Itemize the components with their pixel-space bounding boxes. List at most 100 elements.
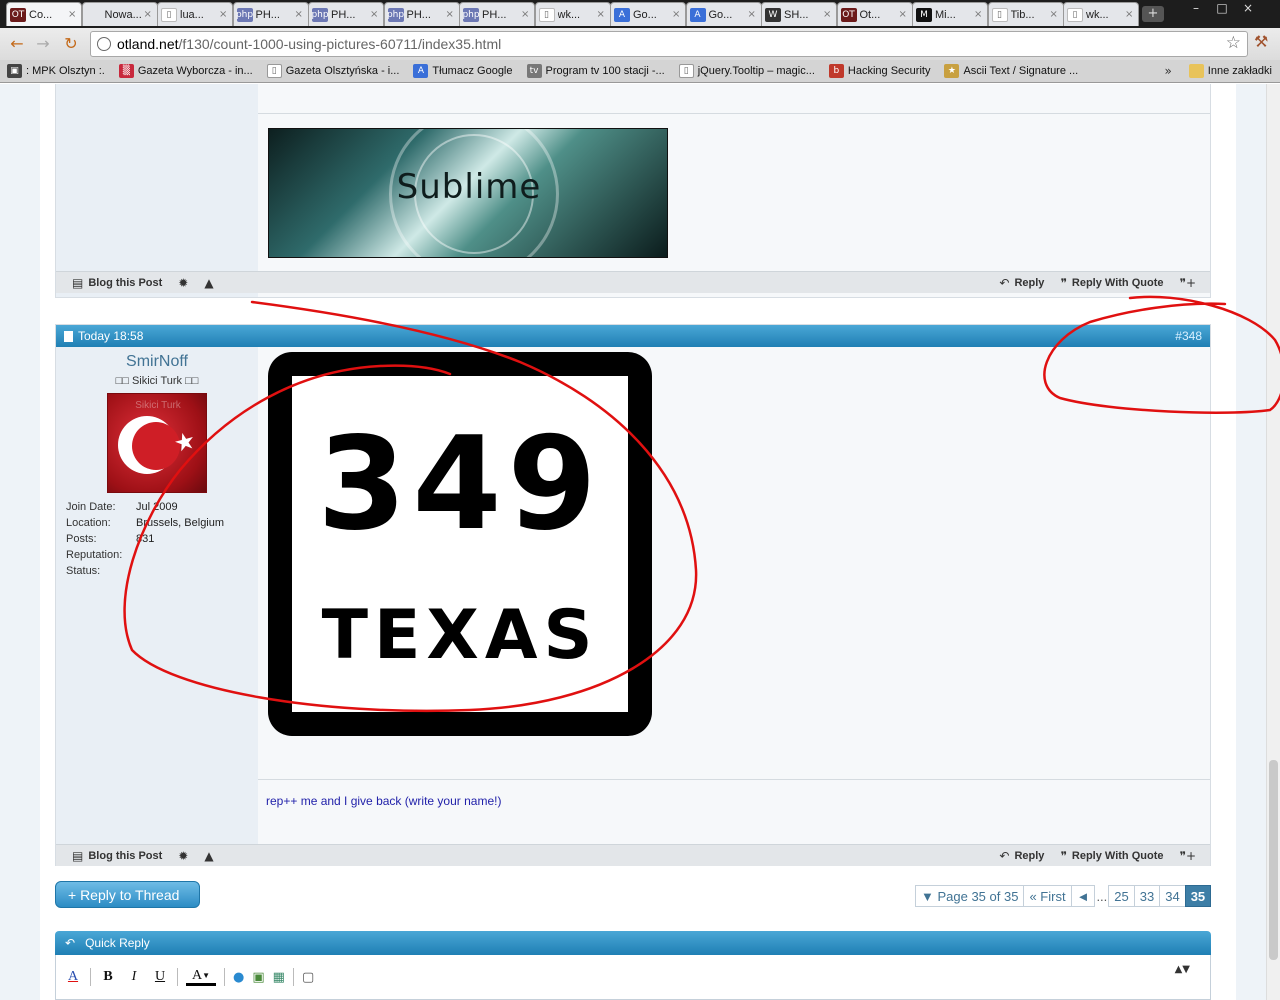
close-window-icon[interactable]: × xyxy=(1236,0,1260,18)
reply-with-quote-button[interactable]: ❞ Reply With Quote xyxy=(1052,849,1171,863)
resize-editor-icon[interactable]: ▲▼ xyxy=(1175,965,1190,975)
close-tab-icon[interactable]: × xyxy=(295,9,305,20)
folder-icon xyxy=(1188,64,1204,78)
font-icon[interactable]: A xyxy=(64,968,82,986)
underline-button[interactable]: U xyxy=(151,968,169,986)
other-bookmarks-folder[interactable]: Inne zakładki xyxy=(1182,64,1280,78)
browser-tab[interactable]: ▯ wk... × xyxy=(534,2,611,26)
close-tab-icon[interactable]: × xyxy=(748,9,758,20)
new-tab-button[interactable]: + xyxy=(1142,6,1164,22)
close-tab-icon[interactable]: × xyxy=(370,9,380,20)
blog-this-post-button[interactable]: ▤ Blog this Post xyxy=(56,849,170,863)
reputation-button[interactable]: ✹ xyxy=(170,276,196,290)
bookmark-favicon-icon: b xyxy=(828,64,844,78)
browser-tab[interactable]: OT Ot... × xyxy=(836,2,913,26)
reply-button[interactable]: ↶ Reply xyxy=(991,849,1052,863)
link-globe-icon[interactable]: ● xyxy=(233,970,244,985)
url-path: /f130/count-1000-using-pictures-60711/in… xyxy=(178,36,502,52)
close-tab-icon[interactable]: × xyxy=(672,9,682,20)
report-button[interactable]: ▲ xyxy=(196,849,221,863)
close-tab-icon[interactable]: × xyxy=(1125,9,1135,20)
vertical-scrollbar[interactable] xyxy=(1266,84,1280,1000)
bold-button[interactable]: B xyxy=(99,968,117,986)
user-stat-value: Brussels, Belgium xyxy=(136,517,225,529)
quote-bubble-icon[interactable]: ▢ xyxy=(302,970,314,985)
bookmark-item[interactable]: A Tłumacz Google xyxy=(406,64,519,78)
bookmark-item[interactable]: ▣: MPK Olsztyn :. xyxy=(0,64,112,78)
maximize-icon[interactable]: □ xyxy=(1210,0,1234,18)
browser-tab[interactable]: php PH... × xyxy=(308,2,384,26)
close-tab-icon[interactable]: × xyxy=(521,9,531,20)
signature-text: rep++ me and I give back (write your nam… xyxy=(266,794,502,808)
username-link[interactable]: SmirNoff xyxy=(56,353,258,371)
close-tab-icon[interactable]: × xyxy=(1050,9,1060,20)
page-count-dropdown[interactable]: ▼ Page 35 of 35 xyxy=(915,885,1025,907)
post-message: 349 TEXAS rep++ me and I give back (writ… xyxy=(258,347,1210,865)
toolbar-divider xyxy=(177,968,178,986)
more-bookmarks-chevron-icon[interactable]: » xyxy=(1154,64,1181,78)
page-link[interactable]: 25 xyxy=(1108,885,1135,907)
minimize-icon[interactable]: – xyxy=(1184,0,1208,18)
post-number-link[interactable]: #348 xyxy=(1175,329,1202,343)
browser-tab[interactable]: php PH... × xyxy=(383,2,460,26)
reply-button[interactable]: ↶ Reply xyxy=(991,276,1052,290)
close-tab-icon[interactable]: × xyxy=(899,9,909,20)
browser-tab[interactable]: A Go... × xyxy=(685,2,762,26)
bookmark-item[interactable]: ★ Ascii Text / Signature ... xyxy=(937,64,1085,78)
close-tab-icon[interactable]: × xyxy=(68,9,78,20)
multi-quote-button[interactable]: ❞+ xyxy=(1171,276,1210,290)
bookmark-item[interactable]: ▯ jQuery.Tooltip – magic... xyxy=(672,64,822,78)
bookmark-star-icon[interactable]: ☆ xyxy=(1226,33,1241,53)
bookmark-item[interactable]: tv Program tv 100 stacji -... xyxy=(520,64,672,78)
reply-with-quote-button[interactable]: ❞ Reply With Quote xyxy=(1052,276,1171,290)
browser-tab[interactable]: ▯ Tib... × xyxy=(987,2,1064,26)
page-link[interactable]: 34 xyxy=(1159,885,1186,907)
first-page-link[interactable]: « First xyxy=(1023,885,1072,907)
report-button[interactable]: ▲ xyxy=(196,276,221,290)
blank-favicon xyxy=(85,7,102,22)
bookmark-label: Program tv 100 stacji -... xyxy=(545,65,665,77)
insert-video-icon[interactable]: ▦ xyxy=(273,970,285,985)
blog-this-post-button[interactable]: ▤ Blog this Post xyxy=(56,276,170,290)
close-tab-icon[interactable]: × xyxy=(219,9,229,20)
reply-label: Reply xyxy=(1014,276,1045,289)
close-tab-icon[interactable]: × xyxy=(446,9,456,20)
bookmark-item[interactable]: ▯ Gazeta Olsztyńska - i... xyxy=(260,64,407,78)
wrench-icon[interactable]: ⚒ xyxy=(1254,32,1268,51)
reputation-button[interactable]: ✹ xyxy=(170,849,196,863)
scrollbar-thumb[interactable] xyxy=(1269,760,1278,960)
avatar[interactable]: Sikici Turk ★ xyxy=(107,393,207,493)
bookmark-item[interactable]: b Hacking Security xyxy=(822,64,938,78)
close-tab-icon[interactable]: × xyxy=(974,9,984,20)
text-color-button[interactable]: A ▼ xyxy=(186,968,216,986)
address-url[interactable]: otland.net/f130/count-1000-using-picture… xyxy=(117,36,501,52)
back-icon[interactable]: ← xyxy=(6,33,28,55)
close-tab-icon[interactable]: × xyxy=(823,9,833,20)
browser-tab[interactable]: ▯ wk... × xyxy=(1063,2,1139,26)
reply-to-thread-button[interactable]: + Reply to Thread xyxy=(55,881,200,908)
browser-tab[interactable]: php PH... × xyxy=(232,2,309,26)
browser-tab[interactable]: php PH... × xyxy=(459,2,535,26)
browser-tab[interactable]: ▯ lua... × xyxy=(157,2,233,26)
quick-reply-header[interactable]: ↶ Quick Reply xyxy=(55,931,1211,955)
user-stats: Join Date: Jul 2009 Location: Brussels, Bel… xyxy=(66,499,224,579)
browser-tab[interactable]: A Go... × xyxy=(610,2,686,26)
close-tab-icon[interactable]: × xyxy=(144,9,154,20)
address-bar[interactable]: otland.net/f130/count-1000-using-picture… xyxy=(90,31,1248,57)
browser-tab[interactable]: W SH... × xyxy=(761,2,837,26)
multi-quote-button[interactable]: ❞+ xyxy=(1171,849,1210,863)
page-link[interactable]: 33 xyxy=(1133,885,1161,907)
browser-tab[interactable]: M Mi... × xyxy=(912,2,988,26)
previous-page-link[interactable]: ◄ xyxy=(1070,885,1096,907)
italic-button[interactable]: I xyxy=(125,968,143,986)
forward-icon[interactable]: → xyxy=(32,33,54,55)
blog-icon: ▤ xyxy=(72,848,84,863)
insert-image-icon[interactable]: ▣ xyxy=(252,970,264,985)
multi-quote-icon: ❞+ xyxy=(1179,275,1196,290)
bookmark-item[interactable]: ▒ Gazeta Wyborcza - in... xyxy=(112,64,260,78)
close-tab-icon[interactable]: × xyxy=(597,9,607,20)
php-favicon: php xyxy=(462,7,480,22)
browser-tab[interactable]: Nowa... × xyxy=(81,2,158,26)
reload-icon[interactable]: ↻ xyxy=(60,33,82,55)
browser-tab[interactable]: OT Co... × xyxy=(6,2,82,26)
